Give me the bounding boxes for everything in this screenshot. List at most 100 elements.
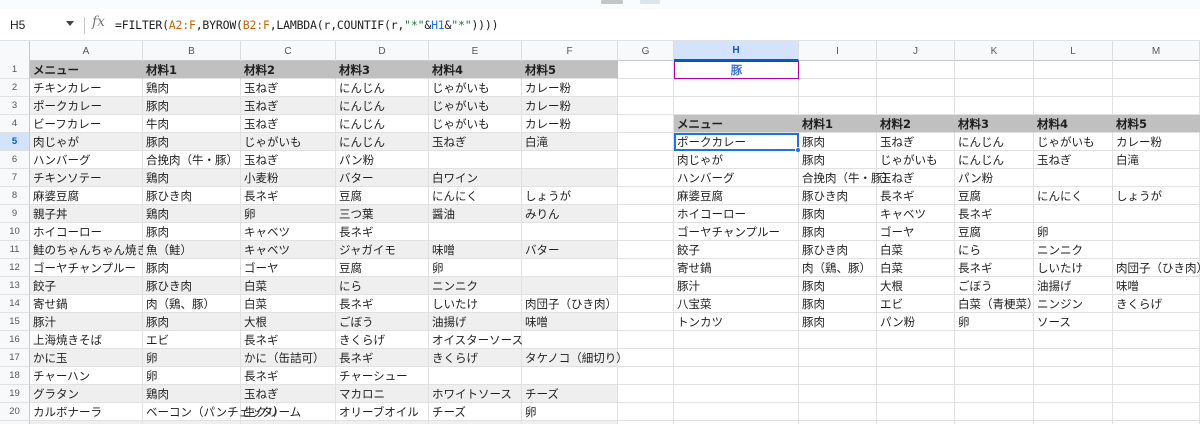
grid-cell[interactable]: バター (336, 169, 429, 187)
grid-cell[interactable]: 白ワイン (429, 169, 522, 187)
grid-cell[interactable] (1034, 205, 1113, 223)
column-header-i[interactable]: I (799, 41, 877, 61)
grid-cell[interactable] (522, 331, 618, 349)
grid-cell[interactable]: 白菜 (241, 277, 336, 295)
grid-cell[interactable]: 豚肉 (143, 313, 241, 331)
grid-cell[interactable]: 卵 (955, 313, 1034, 331)
grid-cell[interactable] (1034, 61, 1113, 79)
grid-cell[interactable] (618, 349, 674, 367)
grid-cell[interactable]: 白菜（青梗菜） (955, 295, 1039, 313)
grid-cell[interactable]: 白菜 (877, 241, 955, 259)
grid-cell[interactable] (1034, 367, 1113, 385)
row-header[interactable]: 1 (0, 61, 30, 79)
grid-cell[interactable]: ホイコーロー (674, 205, 799, 223)
column-header-c[interactable]: C (241, 41, 336, 61)
grid-cell[interactable]: 玉ねぎ (241, 97, 336, 115)
grid-cell[interactable]: 鶏肉 (143, 205, 241, 223)
grid-cell[interactable]: 玉ねぎ (1034, 151, 1113, 169)
grid-cell[interactable] (618, 97, 674, 115)
grid-cell[interactable] (522, 223, 618, 241)
column-header-e[interactable]: E (429, 41, 522, 61)
column-header-g[interactable]: G (618, 41, 674, 61)
grid-cell[interactable]: 合挽肉（牛・豚） (799, 169, 894, 187)
row-header[interactable]: 6 (0, 151, 30, 169)
grid-cell[interactable]: ジャガイモ (336, 241, 429, 259)
grid-cell[interactable]: 玉ねぎ (241, 115, 336, 133)
grid-cell[interactable] (1034, 97, 1113, 115)
grid-cell[interactable]: 肉団子（ひき肉） (1113, 259, 1200, 277)
grid-cell[interactable]: 豚肉 (799, 223, 877, 241)
grid-cell[interactable]: 玉ねぎ (241, 79, 336, 97)
grid-cell[interactable] (1113, 349, 1200, 367)
grid-cell[interactable] (877, 367, 955, 385)
grid-cell[interactable] (1113, 61, 1200, 79)
grid-cell[interactable]: 豚ひき肉 (799, 241, 877, 259)
grid-cell[interactable] (1034, 385, 1113, 403)
grid-cell[interactable] (955, 61, 1034, 79)
grid-cell[interactable] (1034, 79, 1113, 97)
grid-cell[interactable] (618, 277, 674, 295)
grid-cell[interactable]: 牛肉 (143, 115, 241, 133)
grid-cell[interactable] (522, 169, 618, 187)
grid-cell[interactable]: 材料2 (877, 115, 955, 133)
grid-cell[interactable]: 豆腐 (336, 187, 429, 205)
grid-cell[interactable] (674, 331, 799, 349)
grid-cell[interactable] (877, 61, 955, 79)
grid-cell[interactable]: ゴーヤチャンプルー (674, 223, 799, 241)
grid-cell[interactable]: 魚（鮭） (143, 241, 241, 259)
grid-cell[interactable]: 三つ葉 (336, 205, 429, 223)
grid-cell[interactable]: 白菜 (241, 295, 336, 313)
grid-cell[interactable]: 材料5 (522, 61, 618, 79)
formula-input[interactable]: =FILTER(A2:F ,BYROW(B2:F ,LAMBDA(r,COUNTIF… (115, 9, 499, 41)
column-header-b[interactable]: B (143, 41, 241, 61)
grid-cell[interactable] (522, 151, 618, 169)
grid-cell[interactable]: ゴーヤ (241, 259, 336, 277)
grid-cell[interactable]: オリーブオイル (336, 403, 429, 421)
grid-cell[interactable]: 豚ひき肉 (799, 187, 877, 205)
grid-cell[interactable]: ゴーヤチャンプルー (30, 259, 143, 277)
grid-cell[interactable] (799, 385, 877, 403)
grid-cell[interactable]: 材料3 (336, 61, 429, 79)
grid-cell[interactable]: しいたけ (429, 295, 522, 313)
row-header[interactable]: 7 (0, 169, 30, 187)
grid-cell[interactable]: 長ネギ (336, 223, 429, 241)
grid-cell[interactable]: チャーシュー (336, 367, 429, 385)
grid-cell[interactable] (877, 403, 955, 421)
grid-cell[interactable] (955, 349, 1034, 367)
grid-cell[interactable] (618, 61, 674, 79)
grid-cell[interactable]: 油揚げ (429, 313, 522, 331)
grid-cell[interactable] (618, 241, 674, 259)
grid-cell[interactable]: パン粉 (877, 313, 955, 331)
grid-cell[interactable]: 鶏肉 (143, 79, 241, 97)
row-header[interactable]: 9 (0, 205, 30, 223)
grid-cell[interactable]: にら (336, 277, 429, 295)
grid-cell[interactable]: 玉ねぎ (877, 169, 955, 187)
grid-cell[interactable]: しょうが (1113, 187, 1200, 205)
grid-cell[interactable]: 豚肉 (799, 133, 877, 151)
grid-cell[interactable] (1034, 169, 1113, 187)
grid-cell[interactable]: 麻婆豆腐 (30, 187, 143, 205)
search-key-cell[interactable]: 豚 (674, 61, 799, 79)
grid-cell[interactable]: 材料4 (1034, 115, 1113, 133)
grid-cell[interactable]: 卵 (522, 403, 618, 421)
chevron-down-icon[interactable] (66, 21, 74, 26)
grid-cell[interactable] (674, 367, 799, 385)
grid-cell[interactable]: 白滝 (522, 133, 618, 151)
grid-cell[interactable]: 材料1 (799, 115, 877, 133)
grid-cell[interactable] (1113, 331, 1200, 349)
grid-cell[interactable] (799, 331, 877, 349)
toolbar-button-edge[interactable] (601, 0, 623, 4)
row-header[interactable]: 12 (0, 259, 30, 277)
row-header[interactable]: 17 (0, 349, 30, 367)
grid-cell[interactable]: にんじん (336, 115, 429, 133)
grid-cell[interactable] (618, 313, 674, 331)
grid-cell[interactable] (522, 367, 618, 385)
grid-cell[interactable] (955, 367, 1034, 385)
grid-cell[interactable]: 麻婆豆腐 (674, 187, 799, 205)
grid-cell[interactable] (429, 367, 522, 385)
grid-cell[interactable]: にんじん (955, 151, 1034, 169)
grid-cell[interactable] (674, 97, 799, 115)
grid-cell[interactable]: ホイコーロー (30, 223, 143, 241)
grid-cell[interactable] (1113, 385, 1200, 403)
row-header[interactable]: 4 (0, 115, 30, 133)
